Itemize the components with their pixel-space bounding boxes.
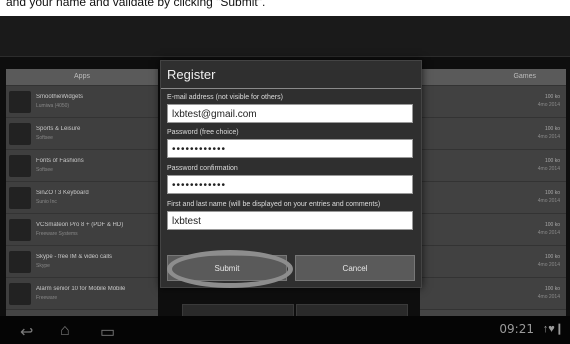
item-date: 4mo 2014 — [537, 198, 560, 204]
recent-apps-icon[interactable]: ▭ — [100, 322, 115, 342]
apps-panel-header: Apps — [6, 69, 158, 86]
item-date: 4mo 2014 — [537, 294, 560, 300]
app-list-item[interactable]: VCSmateon Pro 8 + (PDF & HD) Freeware Sy… — [6, 214, 158, 246]
apps-panel: Apps SmoothieWidgets Lumiwa (4050) Sport… — [6, 69, 158, 316]
app-title: Sports & Leisure — [36, 126, 81, 132]
item-date: 4mo 2014 — [537, 134, 560, 140]
list-item[interactable]: 100 ko 4mo 2014 — [420, 150, 566, 182]
list-item[interactable]: 100 ko 4mo 2014 — [420, 182, 566, 214]
list-item[interactable]: 100 ko 4mo 2014 — [420, 246, 566, 278]
app-list-item[interactable]: SinZO ! 3 Keyboard Sunio Inc — [6, 182, 158, 214]
item-size: 100 ko — [544, 94, 560, 100]
item-date: 4mo 2014 — [537, 230, 560, 236]
list-item[interactable]: 100 ko 4mo 2014 — [420, 278, 566, 310]
back-icon[interactable]: ↩ — [20, 322, 33, 342]
item-size: 100 ko — [544, 222, 560, 228]
item-date: 4mo 2014 — [537, 166, 560, 172]
password-label: Password (free choice) — [167, 129, 239, 136]
item-size: 100 ko — [544, 190, 560, 196]
app-thumbnail — [9, 283, 31, 305]
app-developer: Sunio Inc — [36, 199, 57, 205]
item-size: 100 ko — [544, 254, 560, 260]
games-panel-header: Games — [420, 69, 566, 86]
app-list-item[interactable]: Skype - free IM & video calls Skype — [6, 246, 158, 278]
password-confirmation-label: Password confirmation — [167, 165, 238, 172]
email-label: E-mail address (not visible for others) — [167, 94, 283, 101]
app-thumbnail — [9, 123, 31, 145]
name-label: First and last name (will be displayed o… — [167, 201, 381, 208]
app-developer: Freeware — [36, 295, 58, 301]
instruction-caption: and your name and validate by clicking "… — [0, 0, 570, 16]
app-title: Alarm senior 10 for Mobile Mobile — [36, 286, 126, 292]
item-date: 4mo 2014 — [537, 102, 560, 108]
password-confirmation-field[interactable]: •••••••••••• — [167, 175, 413, 194]
item-size: 100 ko — [544, 126, 560, 132]
app-thumbnail — [9, 155, 31, 177]
app-thumbnail — [9, 187, 31, 209]
app-developer: Softsee — [36, 167, 53, 173]
list-item[interactable]: 100 ko 4mo 2014 — [420, 86, 566, 118]
title-divider — [161, 88, 421, 89]
system-bar: ↩ ⌂ ▭ 09:21 ↑♥❙ — [0, 316, 570, 344]
status-icons: ↑♥❙ — [542, 323, 564, 335]
app-developer: Lumiwa (4050) — [36, 103, 70, 109]
list-item[interactable]: 100 ko 4mo 2014 — [420, 214, 566, 246]
home-icon[interactable]: ⌂ — [60, 322, 70, 340]
app-list-item[interactable]: Fonts of Fashions Softsee — [6, 150, 158, 182]
app-thumbnail — [9, 219, 31, 241]
dialog-title: Register — [167, 67, 216, 82]
app-thumbnail — [9, 251, 31, 273]
password-field[interactable]: •••••••••••• — [167, 139, 413, 158]
item-size: 100 ko — [544, 286, 560, 292]
app-developer: Skype — [36, 263, 50, 269]
list-item[interactable]: 100 ko 4mo 2014 — [420, 118, 566, 150]
item-size: 100 ko — [544, 158, 560, 164]
caption-text: and your name and validate by clicking "… — [6, 0, 266, 9]
app-thumbnail — [9, 91, 31, 113]
action-bar — [0, 16, 570, 57]
item-date: 4mo 2014 — [537, 262, 560, 268]
app-list-item[interactable]: Sports & Leisure Softsee — [6, 118, 158, 150]
app-title: SinZO ! 3 Keyboard — [36, 190, 89, 196]
app-developer: Freeware Systems — [36, 231, 78, 237]
app-list-item[interactable]: SmoothieWidgets Lumiwa (4050) — [6, 86, 158, 118]
submit-highlight-ring — [167, 250, 293, 288]
name-field[interactable]: lxbtest — [167, 211, 413, 230]
app-list-item[interactable]: Alarm senior 10 for Mobile Mobile Freewa… — [6, 278, 158, 310]
app-title: VCSmateon Pro 8 + (PDF & HD) — [36, 222, 124, 228]
email-field[interactable]: lxbtest@gmail.com — [167, 104, 413, 123]
games-panel: Games 100 ko 4mo 2014 100 ko 4mo 2014 10… — [420, 69, 566, 316]
app-title: SmoothieWidgets — [36, 94, 84, 100]
app-developer: Softsee — [36, 135, 53, 141]
tablet-screen: Apps SmoothieWidgets Lumiwa (4050) Sport… — [0, 16, 570, 344]
cancel-button[interactable]: Cancel — [295, 255, 415, 281]
app-title: Fonts of Fashions — [36, 158, 84, 164]
clock: 09:21 — [499, 322, 534, 336]
app-title: Skype - free IM & video calls — [36, 254, 113, 260]
